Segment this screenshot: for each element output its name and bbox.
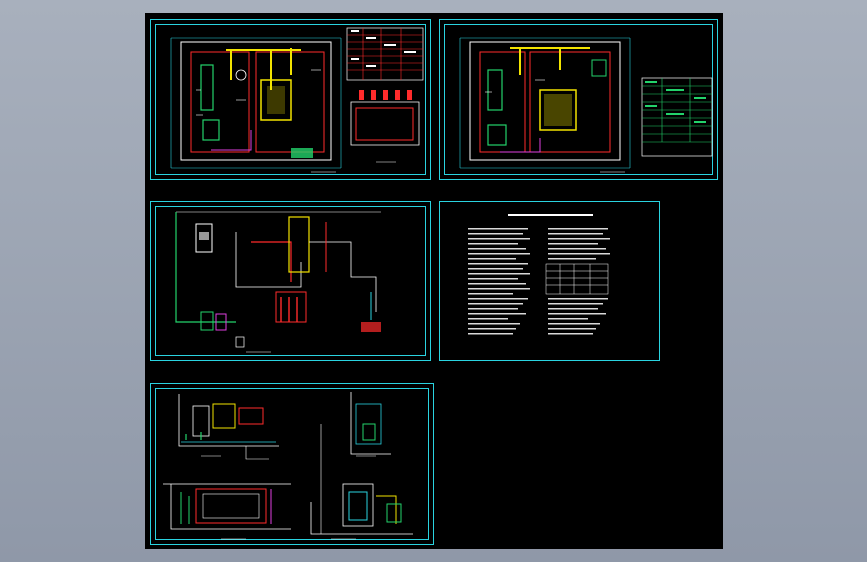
drawing-canvas[interactable] [145, 13, 723, 549]
sheet-sections-drawing [163, 392, 413, 540]
sheet-notes[interactable] [439, 201, 660, 361]
sheet-sections[interactable] [150, 383, 434, 545]
sheet-schematic[interactable] [150, 201, 431, 361]
sheet-plan-2-drawing [459, 37, 713, 173]
sheet-plan-1[interactable] [150, 19, 431, 180]
sheet-schematic-drawing [175, 211, 381, 353]
sheet-notes-drawing [468, 214, 610, 335]
sheet-plan-1-drawing [170, 27, 424, 173]
sheet-plan-2[interactable] [439, 19, 718, 180]
